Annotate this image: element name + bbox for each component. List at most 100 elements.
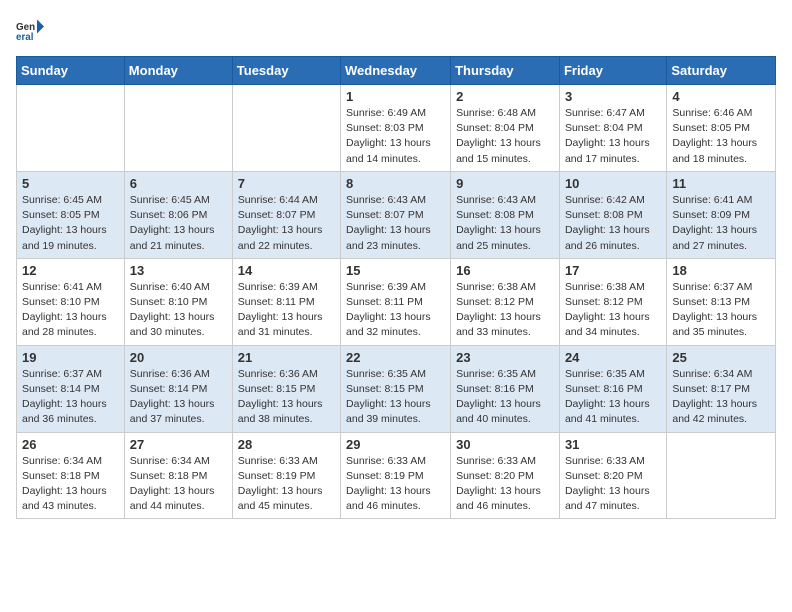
calendar-day-25: 25 Sunrise: 6:34 AM Sunset: 8:17 PM Dayli… xyxy=(667,345,776,432)
day-info: Sunrise: 6:49 AM Sunset: 8:03 PM Dayligh… xyxy=(346,106,445,167)
calendar-day-2: 2Sunrise: 6:48 AM Sunset: 8:04 PM Daylig… xyxy=(451,85,560,172)
calendar-day-11: 11 Sunrise: 6:41 AM Sunset: 8:09 PM Dayli… xyxy=(667,171,776,258)
day-info: Sunrise: 6:41 AM Sunset: 8:09 PM Dayligh… xyxy=(672,193,770,254)
calendar-day-20: 20 Sunrise: 6:36 AM Sunset: 8:14 PM Dayli… xyxy=(124,345,232,432)
day-number: 20 xyxy=(130,350,227,365)
calendar-day-21: 21Sunrise: 6:36 AM Sunset: 8:15 PM Dayli… xyxy=(232,345,340,432)
day-info: Sunrise: 6:39 AM Sunset: 8:11 PM Dayligh… xyxy=(346,280,445,341)
day-info: Sunrise: 6:35 AM Sunset: 8:15 PM Dayligh… xyxy=(346,367,445,428)
calendar-day-7: 7 Sunrise: 6:44 AM Sunset: 8:07 PM Daylig… xyxy=(232,171,340,258)
day-info: Sunrise: 6:43 AM Sunset: 8:08 PM Dayligh… xyxy=(456,193,554,254)
svg-text:eral: eral xyxy=(16,32,34,43)
calendar-week-3: 19Sunrise: 6:37 AM Sunset: 8:14 PM Dayli… xyxy=(17,345,776,432)
calendar-day-16: 16 Sunrise: 6:38 AM Sunset: 8:12 PM Dayli… xyxy=(451,258,560,345)
calendar-week-4: 26 Sunrise: 6:34 AM Sunset: 8:18 PM Dayli… xyxy=(17,432,776,519)
empty-cell xyxy=(17,85,125,172)
day-info: Sunrise: 6:44 AM Sunset: 8:07 PM Dayligh… xyxy=(238,193,335,254)
page-header: Gen eral xyxy=(16,16,776,44)
day-info: Sunrise: 6:33 AM Sunset: 8:19 PM Dayligh… xyxy=(238,454,335,515)
calendar-day-3: 3 Sunrise: 6:47 AM Sunset: 8:04 PM Daylig… xyxy=(559,85,666,172)
day-number: 14 xyxy=(238,263,335,278)
calendar-day-18: 18 Sunrise: 6:37 AM Sunset: 8:13 PM Dayli… xyxy=(667,258,776,345)
calendar-day-15: 15 Sunrise: 6:39 AM Sunset: 8:11 PM Dayli… xyxy=(341,258,451,345)
day-number: 15 xyxy=(346,263,445,278)
day-header-saturday: Saturday xyxy=(667,57,776,85)
logo-icon: Gen eral xyxy=(16,16,44,44)
calendar-day-19: 19Sunrise: 6:37 AM Sunset: 8:14 PM Dayli… xyxy=(17,345,125,432)
calendar-header-row: SundayMondayTuesdayWednesdayThursdayFrid… xyxy=(17,57,776,85)
calendar-day-6: 6 Sunrise: 6:45 AM Sunset: 8:06 PM Daylig… xyxy=(124,171,232,258)
day-number: 9 xyxy=(456,176,554,191)
calendar-day-9: 9 Sunrise: 6:43 AM Sunset: 8:08 PM Daylig… xyxy=(451,171,560,258)
calendar-week-0: 1 Sunrise: 6:49 AM Sunset: 8:03 PM Daylig… xyxy=(17,85,776,172)
day-info: Sunrise: 6:34 AM Sunset: 8:18 PM Dayligh… xyxy=(130,454,227,515)
day-number: 29 xyxy=(346,437,445,452)
day-number: 24 xyxy=(565,350,661,365)
day-number: 8 xyxy=(346,176,445,191)
day-number: 16 xyxy=(456,263,554,278)
day-number: 23 xyxy=(456,350,554,365)
day-info: Sunrise: 6:41 AM Sunset: 8:10 PM Dayligh… xyxy=(22,280,119,341)
day-info: Sunrise: 6:34 AM Sunset: 8:17 PM Dayligh… xyxy=(672,367,770,428)
calendar-day-27: 27 Sunrise: 6:34 AM Sunset: 8:18 PM Dayli… xyxy=(124,432,232,519)
day-info: Sunrise: 6:36 AM Sunset: 8:14 PM Dayligh… xyxy=(130,367,227,428)
day-info: Sunrise: 6:34 AM Sunset: 8:18 PM Dayligh… xyxy=(22,454,119,515)
day-number: 31 xyxy=(565,437,661,452)
calendar-day-26: 26 Sunrise: 6:34 AM Sunset: 8:18 PM Dayli… xyxy=(17,432,125,519)
calendar-week-1: 5 Sunrise: 6:45 AM Sunset: 8:05 PM Daylig… xyxy=(17,171,776,258)
day-info: Sunrise: 6:45 AM Sunset: 8:06 PM Dayligh… xyxy=(130,193,227,254)
day-number: 5 xyxy=(22,176,119,191)
day-info: Sunrise: 6:47 AM Sunset: 8:04 PM Dayligh… xyxy=(565,106,661,167)
day-info: Sunrise: 6:43 AM Sunset: 8:07 PM Dayligh… xyxy=(346,193,445,254)
day-number: 3 xyxy=(565,89,661,104)
calendar-day-22: 22 Sunrise: 6:35 AM Sunset: 8:15 PM Dayli… xyxy=(341,345,451,432)
calendar-day-10: 10Sunrise: 6:42 AM Sunset: 8:08 PM Dayli… xyxy=(559,171,666,258)
empty-cell xyxy=(667,432,776,519)
day-number: 6 xyxy=(130,176,227,191)
calendar-day-24: 24 Sunrise: 6:35 AM Sunset: 8:16 PM Dayli… xyxy=(559,345,666,432)
day-number: 28 xyxy=(238,437,335,452)
day-number: 11 xyxy=(672,176,770,191)
empty-cell xyxy=(232,85,340,172)
day-number: 26 xyxy=(22,437,119,452)
calendar-day-14: 14 Sunrise: 6:39 AM Sunset: 8:11 PM Dayli… xyxy=(232,258,340,345)
day-header-wednesday: Wednesday xyxy=(341,57,451,85)
calendar-week-2: 12 Sunrise: 6:41 AM Sunset: 8:10 PM Dayli… xyxy=(17,258,776,345)
calendar-day-28: 28 Sunrise: 6:33 AM Sunset: 8:19 PM Dayli… xyxy=(232,432,340,519)
day-info: Sunrise: 6:37 AM Sunset: 8:13 PM Dayligh… xyxy=(672,280,770,341)
day-info: Sunrise: 6:45 AM Sunset: 8:05 PM Dayligh… xyxy=(22,193,119,254)
calendar-day-4: 4Sunrise: 6:46 AM Sunset: 8:05 PM Daylig… xyxy=(667,85,776,172)
calendar-day-17: 17 Sunrise: 6:38 AM Sunset: 8:12 PM Dayli… xyxy=(559,258,666,345)
calendar-day-5: 5 Sunrise: 6:45 AM Sunset: 8:05 PM Daylig… xyxy=(17,171,125,258)
day-number: 17 xyxy=(565,263,661,278)
empty-cell xyxy=(124,85,232,172)
day-number: 12 xyxy=(22,263,119,278)
calendar-day-13: 13 Sunrise: 6:40 AM Sunset: 8:10 PM Dayli… xyxy=(124,258,232,345)
calendar-day-23: 23Sunrise: 6:35 AM Sunset: 8:16 PM Dayli… xyxy=(451,345,560,432)
calendar-day-12: 12 Sunrise: 6:41 AM Sunset: 8:10 PM Dayli… xyxy=(17,258,125,345)
calendar-table: SundayMondayTuesdayWednesdayThursdayFrid… xyxy=(16,56,776,519)
day-info: Sunrise: 6:35 AM Sunset: 8:16 PM Dayligh… xyxy=(565,367,661,428)
day-info: Sunrise: 6:37 AM Sunset: 8:14 PM Dayligh… xyxy=(22,367,119,428)
calendar-day-1: 1 Sunrise: 6:49 AM Sunset: 8:03 PM Daylig… xyxy=(341,85,451,172)
day-header-sunday: Sunday xyxy=(17,57,125,85)
day-number: 22 xyxy=(346,350,445,365)
day-number: 7 xyxy=(238,176,335,191)
day-number: 25 xyxy=(672,350,770,365)
day-info: Sunrise: 6:40 AM Sunset: 8:10 PM Dayligh… xyxy=(130,280,227,341)
day-number: 1 xyxy=(346,89,445,104)
day-number: 21 xyxy=(238,350,335,365)
day-number: 27 xyxy=(130,437,227,452)
day-number: 18 xyxy=(672,263,770,278)
day-info: Sunrise: 6:46 AM Sunset: 8:05 PM Dayligh… xyxy=(672,106,770,167)
day-info: Sunrise: 6:38 AM Sunset: 8:12 PM Dayligh… xyxy=(456,280,554,341)
day-header-thursday: Thursday xyxy=(451,57,560,85)
day-header-friday: Friday xyxy=(559,57,666,85)
day-info: Sunrise: 6:38 AM Sunset: 8:12 PM Dayligh… xyxy=(565,280,661,341)
calendar-day-31: 31Sunrise: 6:33 AM Sunset: 8:20 PM Dayli… xyxy=(559,432,666,519)
day-info: Sunrise: 6:39 AM Sunset: 8:11 PM Dayligh… xyxy=(238,280,335,341)
day-number: 13 xyxy=(130,263,227,278)
day-number: 30 xyxy=(456,437,554,452)
calendar-day-8: 8 Sunrise: 6:43 AM Sunset: 8:07 PM Daylig… xyxy=(341,171,451,258)
day-info: Sunrise: 6:33 AM Sunset: 8:20 PM Dayligh… xyxy=(456,454,554,515)
